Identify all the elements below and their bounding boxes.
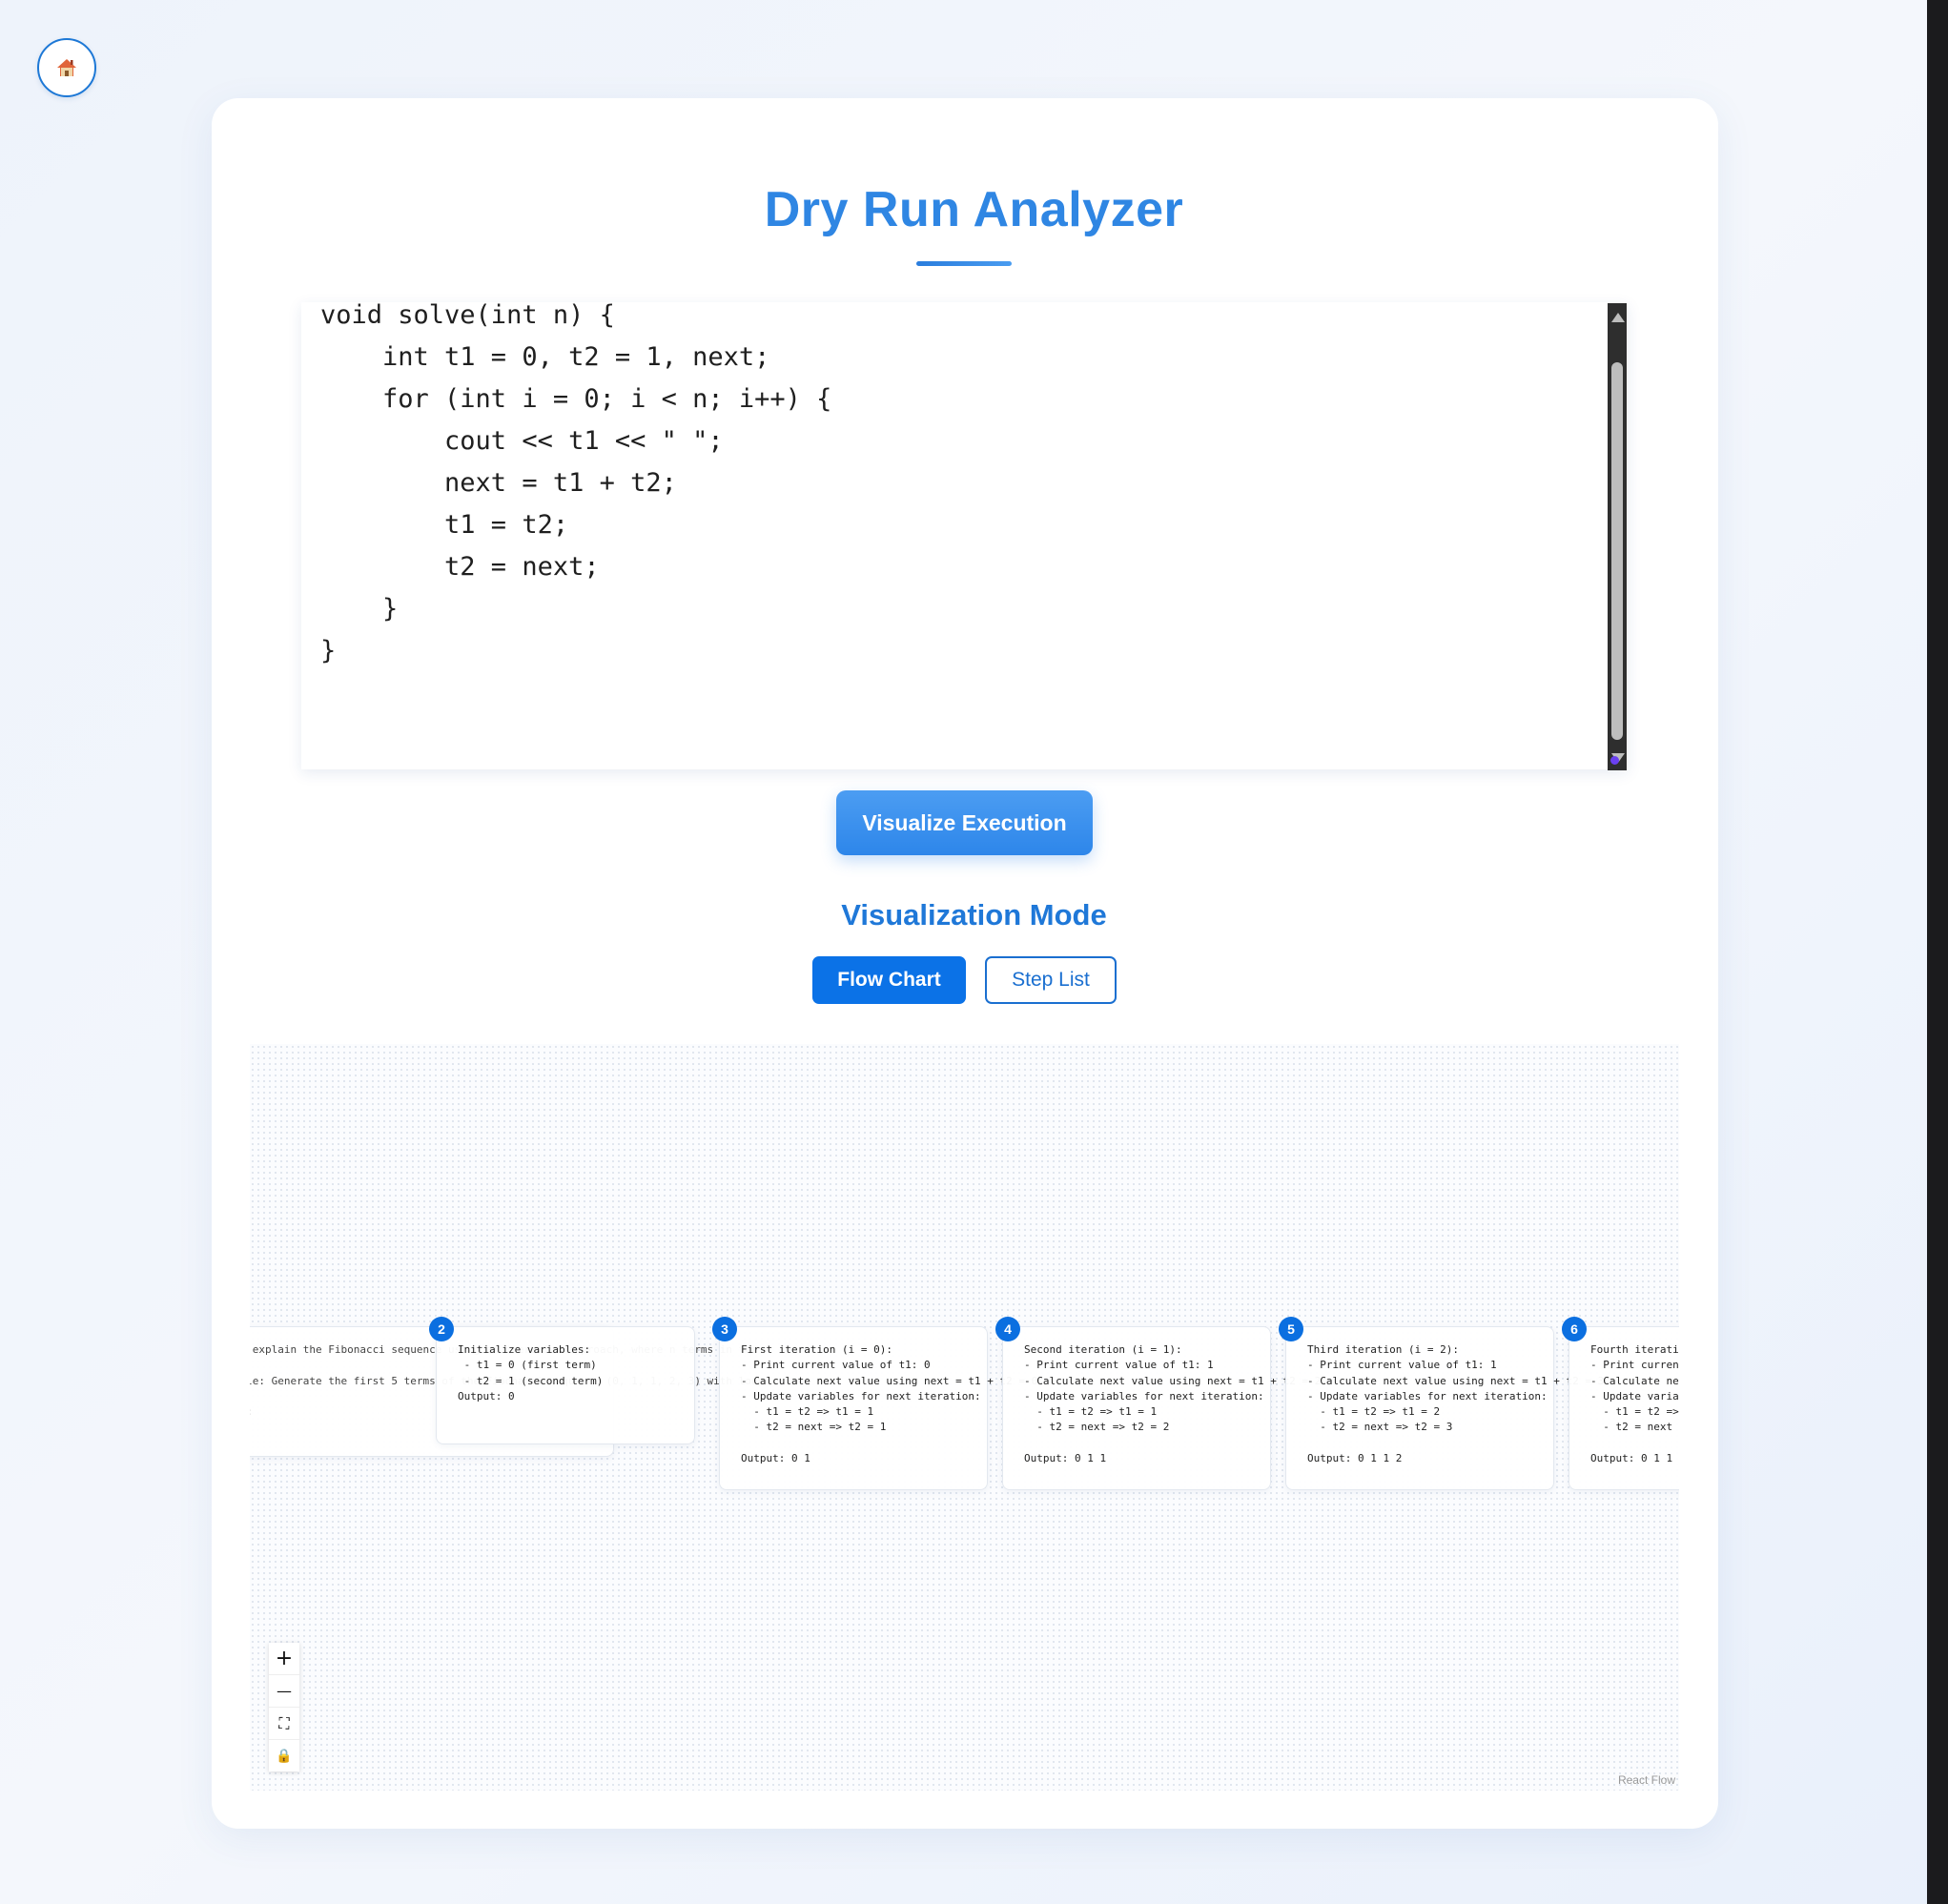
step-badge: 6 — [1562, 1317, 1587, 1341]
flow-node-5[interactable]: Third iteration (i = 2): - Print current… — [1285, 1326, 1604, 1490]
code-line: void solve(int n) { — [320, 302, 615, 330]
resize-handle[interactable] — [1610, 756, 1619, 765]
code-content[interactable]: void solve(int n) { int t1 = 0, t2 = 1, … — [320, 302, 831, 672]
window-edge — [1927, 0, 1948, 1904]
flow-controls: + — ⛶ 🔒 — [269, 1643, 299, 1771]
house-icon — [57, 59, 76, 76]
step-badge: 5 — [1279, 1317, 1303, 1341]
step-list-button[interactable]: Step List — [985, 956, 1117, 1004]
visualize-execution-button[interactable]: Visualize Execution — [836, 790, 1093, 855]
visualization-mode-title: Visualization Mode — [841, 898, 1107, 932]
home-button[interactable] — [37, 38, 96, 97]
fit-view-icon[interactable]: ⛶ — [269, 1708, 299, 1740]
title-underline — [916, 261, 1012, 266]
react-flow-attribution[interactable]: React Flow — [1618, 1773, 1675, 1787]
code-line: } — [320, 636, 337, 665]
flow-node-4[interactable]: Second iteration (i = 1): - Print curren… — [1002, 1326, 1321, 1490]
scroll-thumb[interactable] — [1611, 362, 1623, 740]
flow-node-text: Fourth iteration (i = 3): - Print curren… — [1590, 1343, 1679, 1465]
flow-node-2[interactable]: Initialize variables: - t1 = 0 (first te… — [436, 1326, 695, 1444]
step-badge: 2 — [429, 1317, 454, 1341]
zoom-out-icon[interactable]: — — [269, 1675, 299, 1708]
editor-scrollbar[interactable] — [1608, 303, 1627, 770]
flow-node-text: Initialize variables: - t1 = 0 (first te… — [458, 1343, 604, 1402]
code-line: t1 = t2; — [320, 510, 569, 540]
step-badge: 4 — [995, 1317, 1020, 1341]
code-line: t2 = next; — [320, 552, 600, 582]
code-editor[interactable]: void solve(int n) { int t1 = 0, t2 = 1, … — [301, 302, 1628, 769]
step-badge: 3 — [712, 1317, 737, 1341]
page-title: Dry Run Analyzer — [764, 182, 1184, 237]
scroll-up-arrow-icon[interactable] — [1611, 313, 1625, 322]
flow-node-text: Third iteration (i = 2): - Print current… — [1307, 1343, 1604, 1465]
code-line: for (int i = 0; i < n; i++) { — [320, 384, 832, 414]
code-line: next = t1 + t2; — [320, 468, 677, 498]
code-line: } — [320, 594, 399, 624]
flow-chart-button[interactable]: Flow Chart — [812, 956, 966, 1004]
lock-icon[interactable]: 🔒 — [269, 1740, 299, 1771]
flow-node-text: First iteration (i = 0): - Print current… — [741, 1343, 1037, 1465]
flow-node-3[interactable]: First iteration (i = 0): - Print current… — [719, 1326, 1037, 1490]
flow-node-6[interactable]: Fourth iteration (i = 3): - Print curren… — [1569, 1326, 1679, 1490]
code-line: cout << t1 << " "; — [320, 426, 724, 456]
flow-canvas[interactable]: is to explain the Fibonacci sequence usi… — [250, 1044, 1679, 1791]
flow-node-text: Second iteration (i = 1): - Print curren… — [1024, 1343, 1321, 1465]
code-line: int t1 = 0, t2 = 1, next; — [320, 342, 770, 372]
zoom-in-icon[interactable]: + — [269, 1643, 299, 1675]
